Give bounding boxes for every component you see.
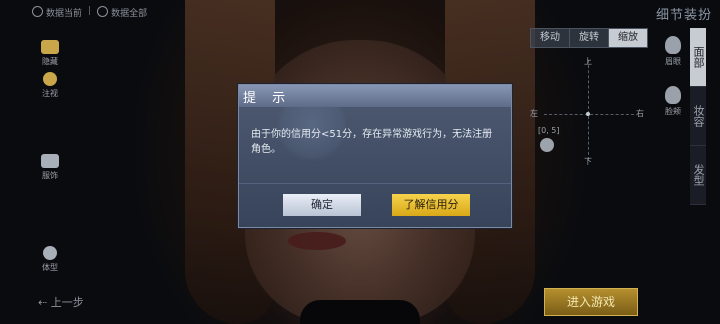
side-tab-face[interactable]: 面部 — [690, 28, 706, 87]
back-step-button[interactable]: ⇠ 上一步 — [38, 294, 84, 310]
eye-icon — [43, 72, 57, 86]
learn-credit-score-button[interactable]: 了解信用分 — [392, 194, 470, 216]
data-all-label: 数据全部 — [111, 9, 148, 19]
tab-move[interactable]: 移动 — [530, 28, 570, 48]
data-current-toggle[interactable]: 数据当前 — [32, 6, 82, 19]
sidebar-item-label: 隐藏 — [42, 57, 58, 66]
face-silhouette-icon — [665, 86, 681, 104]
side-tab-makeup[interactable]: 妆容 — [690, 87, 706, 146]
joystick-vertical-axis — [588, 60, 589, 160]
tab-scale[interactable]: 缩放 — [608, 28, 648, 48]
mode-tabs: 移动 旋转 缩放 — [530, 28, 648, 48]
sidebar-item-gaze[interactable]: 注视 — [36, 72, 64, 99]
arrow-left-icon: ⇠ — [38, 296, 51, 309]
tab-rotate[interactable]: 旋转 — [569, 28, 609, 48]
dialog-header: 提 示 — [239, 85, 511, 107]
face-part-label: 脸颊 — [665, 107, 681, 116]
sidebar-item-label: 体型 — [42, 263, 58, 272]
sidebar-item-hide[interactable]: 隐藏 — [36, 40, 64, 67]
sidebar-item-clothing[interactable]: 服饰 — [36, 154, 64, 181]
joystick-up-label: 上 — [584, 57, 592, 66]
face-part-label: 眉眼 — [665, 57, 681, 66]
sidebar-item-label: 服饰 — [42, 171, 58, 180]
side-tabs: 面部 妆容 发型 — [690, 28, 720, 205]
joystick-readout: [0, 5] — [538, 126, 560, 135]
circle-icon — [32, 6, 43, 17]
joystick-left-label: 左 — [530, 109, 538, 118]
joystick-handle[interactable] — [540, 138, 554, 152]
joystick-down-label: 下 — [584, 157, 592, 166]
circle-icon — [97, 6, 109, 17]
sidebar-item-label: 注视 — [42, 89, 58, 98]
face-part-cheek[interactable]: 脸颊 — [660, 86, 686, 117]
alert-dialog: 提 示 由于你的信用分<51分，存在异常游戏行为，无法注册角色。 确定 了解信用… — [238, 84, 512, 228]
face-silhouette-icon — [665, 36, 681, 54]
dialog-divider — [239, 183, 511, 184]
panel-title: 细节装扮 — [656, 8, 713, 23]
sidebar-item-body[interactable]: 体型 — [36, 246, 64, 273]
clothing-icon — [41, 154, 59, 168]
top-toolbar: 数据当前 | 数据全部 — [32, 6, 147, 19]
enter-game-button[interactable]: 进入游戏 — [544, 288, 638, 316]
data-all-toggle[interactable]: 数据全部 — [97, 6, 147, 19]
dialog-message: 由于你的信用分<51分，存在异常游戏行为，无法注册角色。 — [251, 129, 493, 155]
body-icon — [43, 246, 57, 260]
joystick-center — [586, 112, 590, 116]
hide-icon — [41, 40, 59, 54]
back-step-label: 上一步 — [50, 296, 84, 309]
data-current-label: 数据当前 — [46, 9, 83, 19]
confirm-button[interactable]: 确定 — [283, 194, 361, 216]
face-part-brow-eye[interactable]: 眉眼 — [660, 36, 686, 67]
side-tab-hair[interactable]: 发型 — [690, 146, 706, 205]
dialog-title: 提 示 — [243, 91, 292, 106]
toolbar-separator: | — [88, 6, 92, 16]
joystick-right-label: 右 — [636, 109, 644, 118]
adjust-joystick[interactable]: 上 下 左 右 [0, 5] — [530, 52, 646, 172]
